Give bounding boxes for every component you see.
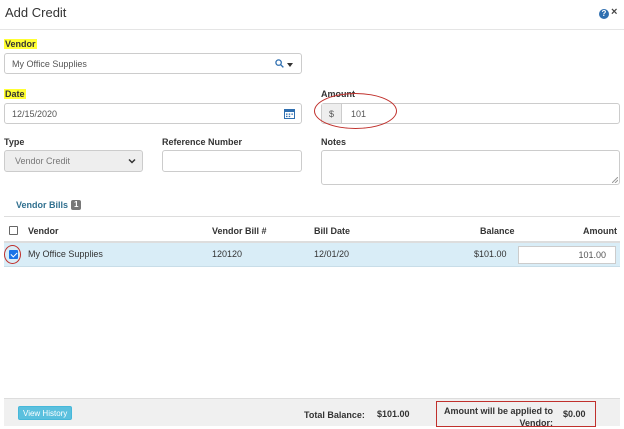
date-field[interactable]: 12/15/2020 — [4, 103, 302, 124]
date-label: Date — [4, 89, 26, 99]
vendor-label: Vendor — [4, 39, 37, 49]
dialog-header: Add Credit ? × — [0, 0, 624, 30]
annotation-circle — [4, 245, 21, 264]
dialog-title: Add Credit — [5, 5, 67, 20]
bills-table-header: Vendor Vendor Bill # Bill Date Balance A… — [4, 216, 620, 243]
calendar-icon[interactable] — [284, 108, 295, 119]
vendor-value: My Office Supplies — [12, 58, 87, 69]
close-icon[interactable]: × — [611, 6, 617, 18]
vendor-bills-title: Vendor Bills 1 — [16, 200, 82, 210]
col-amount[interactable]: Amount — [583, 226, 617, 236]
row-vendor: My Office Supplies — [28, 249, 103, 259]
vendor-field[interactable]: My Office Supplies — [4, 53, 302, 74]
chevron-down-icon — [128, 158, 136, 164]
notes-textarea[interactable] — [321, 150, 620, 185]
applied-amount-label: Amount will be applied to Vendor: — [444, 406, 553, 428]
search-icon[interactable] — [275, 59, 284, 68]
dialog-footer: View History Total Balance: $101.00 Amou… — [4, 398, 620, 428]
reference-label: Reference Number — [162, 137, 243, 147]
notes-label: Notes — [321, 137, 347, 147]
reference-input[interactable] — [162, 150, 302, 172]
row-bill-number: 120120 — [212, 249, 243, 259]
vendor-bills-label: Vendor Bills — [16, 200, 69, 210]
row-bill-date: 12/01/20 — [314, 249, 350, 259]
help-icon[interactable]: ? — [599, 9, 609, 19]
col-vendor[interactable]: Vendor — [28, 226, 59, 236]
row-balance: $101.00 — [474, 249, 507, 259]
col-bill-number[interactable]: Vendor Bill # — [212, 226, 267, 236]
row-amount-input[interactable]: 101.00 — [518, 246, 616, 264]
type-selected: Vendor Credit — [15, 156, 71, 166]
table-row[interactable]: My Office Supplies 120120 12/01/20 $101.… — [4, 243, 620, 267]
view-history-button[interactable]: View History — [18, 406, 73, 420]
applied-amount-value: $0.00 — [563, 409, 586, 419]
type-label: Type — [4, 137, 25, 147]
applied-amount-box: Amount will be applied to Vendor: $0.00 — [436, 401, 596, 428]
vendor-bills-count-badge: 1 — [71, 200, 82, 210]
total-balance-value: $101.00 — [377, 409, 410, 419]
select-all-checkbox[interactable] — [9, 226, 18, 235]
total-balance-label: Total Balance: — [304, 410, 365, 420]
caret-down-icon[interactable] — [287, 63, 293, 67]
resize-handle-icon[interactable] — [612, 177, 618, 183]
type-select[interactable]: Vendor Credit — [4, 150, 143, 172]
col-balance[interactable]: Balance — [480, 226, 515, 236]
col-bill-date[interactable]: Bill Date — [314, 226, 350, 236]
date-value: 12/15/2020 — [12, 108, 58, 119]
annotation-ellipse — [314, 93, 397, 129]
